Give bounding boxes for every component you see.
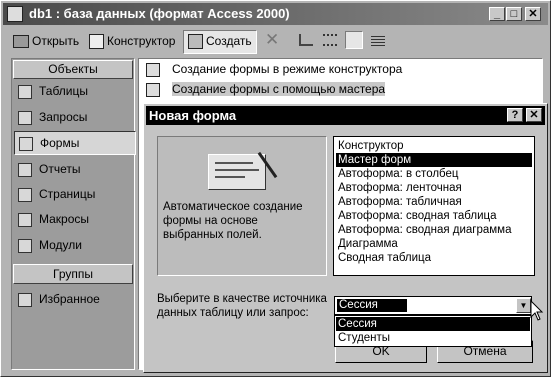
favorites-icon: [18, 292, 32, 307]
maximize-button[interactable]: □: [506, 7, 522, 21]
source-prompt: Выберите в качестве источника данных таб…: [157, 293, 327, 319]
open-icon: [13, 35, 29, 49]
delete-icon[interactable]: ✕: [265, 30, 279, 50]
small-icons-icon[interactable]: [323, 34, 337, 46]
list-item[interactable]: Конструктор: [336, 139, 532, 153]
table-icon: [18, 84, 32, 99]
close-button[interactable]: ✕: [525, 7, 541, 21]
design-icon: [89, 34, 104, 50]
create-button[interactable]: Создать: [183, 30, 257, 54]
dialog-title: Новая форма: [149, 108, 237, 123]
module-icon: [18, 238, 32, 253]
list-item[interactable]: Автоформа: табличная: [336, 195, 532, 209]
large-icons-icon[interactable]: [299, 34, 313, 46]
mouse-cursor-icon: [530, 300, 544, 321]
source-select[interactable]: Сессия ▼: [334, 296, 532, 315]
sidebar-item-reports[interactable]: Отчеты: [18, 158, 123, 180]
source-select-value: Сессия: [337, 299, 407, 312]
form-wizard-icon: [208, 154, 266, 190]
form-type-list[interactable]: Конструктор Мастер форм Автоформа: в сто…: [333, 136, 535, 276]
db-toolbar: Открыть Конструктор Создать ✕: [3, 28, 548, 54]
list-item[interactable]: Создание формы в режиме конструктора: [146, 62, 402, 80]
db-window-title: db1 : база данных (формат Access 2000): [29, 6, 290, 21]
page-icon: [18, 187, 32, 202]
objects-header[interactable]: Объекты: [13, 60, 133, 79]
query-icon: [18, 110, 32, 125]
list-item[interactable]: Мастер форм: [336, 153, 532, 167]
design-button[interactable]: Конструктор: [89, 30, 175, 52]
groups-header[interactable]: Группы: [13, 264, 133, 284]
report-icon: [18, 162, 32, 177]
sidebar-item-forms[interactable]: Формы: [14, 131, 136, 155]
list-item[interactable]: Автоформа: в столбец: [336, 167, 532, 181]
sidebar-item-favorites[interactable]: Избранное: [18, 288, 123, 310]
list-item[interactable]: Автоформа: ленточная: [336, 181, 532, 195]
sidebar-item-queries[interactable]: Запросы: [18, 106, 123, 128]
open-button[interactable]: Открыть: [13, 30, 79, 52]
list-item[interactable]: Автоформа: сводная таблица: [336, 209, 532, 223]
list-item[interactable]: Диаграмма: [336, 237, 532, 251]
list-item[interactable]: Сводная таблица: [336, 251, 532, 265]
db-title-bar[interactable]: db1 : база данных (формат Access 2000) _…: [3, 3, 548, 25]
list-item[interactable]: Автоформа: сводная диаграмма: [336, 223, 532, 237]
sidebar-item-macros[interactable]: Макросы: [18, 208, 123, 230]
dropdown-option[interactable]: Студенты: [336, 331, 530, 345]
source-dropdown-list: Сессия Студенты: [334, 315, 532, 347]
details-view-icon[interactable]: [371, 34, 385, 46]
chevron-down-icon[interactable]: ▼: [516, 298, 531, 313]
help-button[interactable]: ?: [507, 108, 523, 122]
wizard-description: Автоматическое создание формы на основе …: [163, 201, 303, 241]
wizard-item-icon: [146, 62, 160, 77]
list-item[interactable]: Создание формы с помощью мастера: [146, 82, 386, 100]
dialog-close-button[interactable]: ✕: [526, 108, 542, 122]
form-icon: [19, 136, 33, 151]
sidebar-item-tables[interactable]: Таблицы: [18, 80, 123, 102]
create-icon: [188, 34, 203, 50]
sidebar-item-modules[interactable]: Модули: [18, 234, 123, 256]
list-view-icon[interactable]: [345, 31, 363, 49]
sidebar-item-pages[interactable]: Страницы: [18, 183, 123, 205]
dialog-title-bar[interactable]: Новая форма ? ✕: [146, 106, 545, 125]
dropdown-option[interactable]: Сессия: [336, 317, 530, 331]
db-window-icon: [7, 6, 23, 22]
wizard-item-icon: [146, 82, 160, 97]
macro-icon: [18, 212, 32, 227]
minimize-button[interactable]: _: [489, 7, 505, 21]
